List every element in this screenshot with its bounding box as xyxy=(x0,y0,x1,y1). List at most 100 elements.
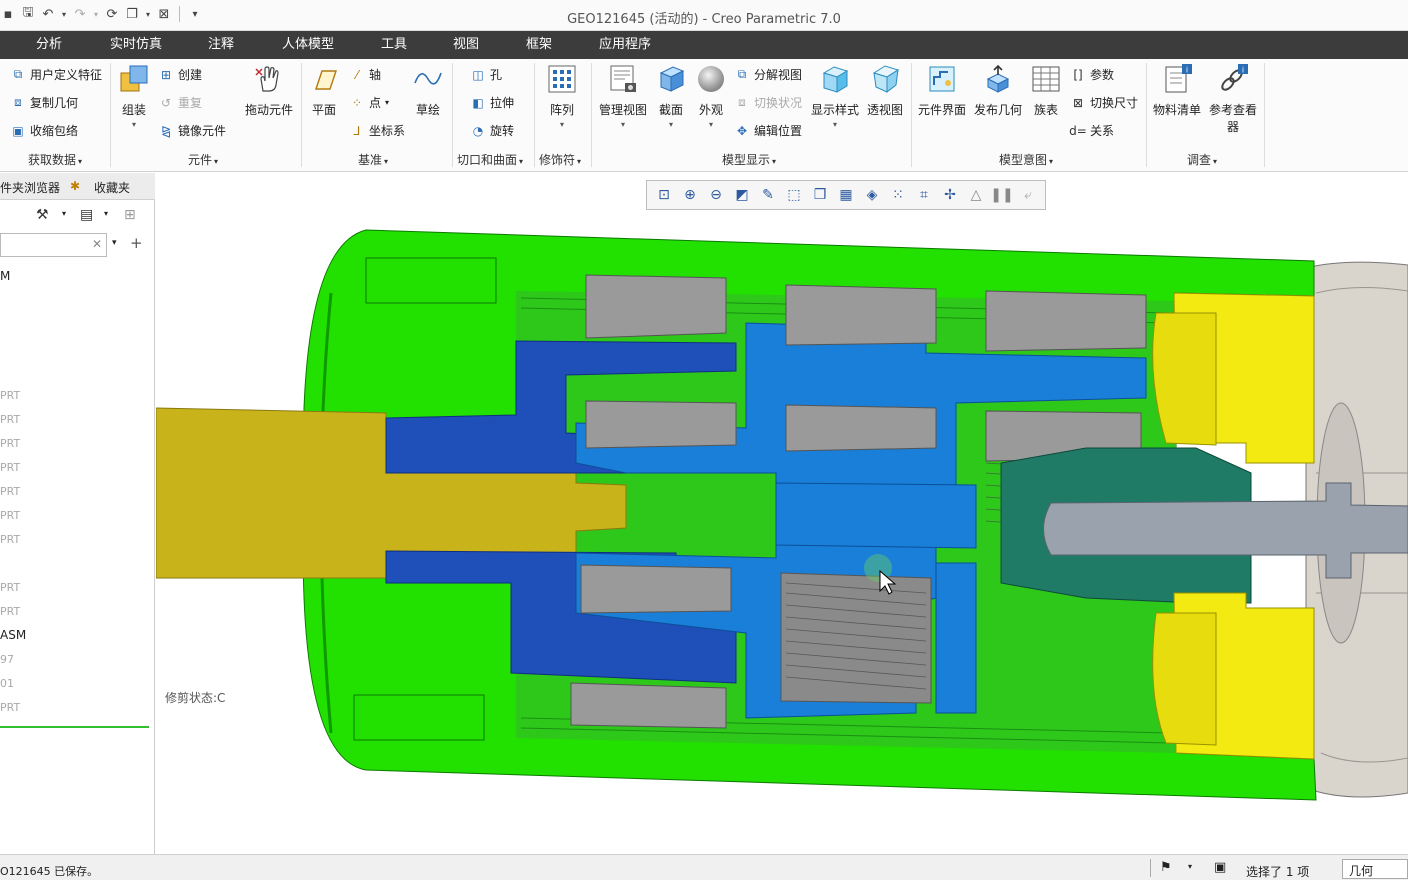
group-label-get-data[interactable]: 获取数据 ▾ xyxy=(28,151,82,168)
chevron-down-icon[interactable]: ▾ xyxy=(1188,862,1192,871)
pattern-button[interactable]: 阵列 ▾ xyxy=(545,63,579,129)
appearance-button[interactable]: 外观 ▾ xyxy=(695,63,727,129)
zoom-out-icon[interactable]: ⊖ xyxy=(705,184,727,206)
tree-item[interactable]: PRT xyxy=(0,413,20,426)
tree-item[interactable]: 97 xyxy=(0,653,14,666)
hole-button[interactable]: ◫ 孔 xyxy=(470,66,502,83)
regenerate-icon[interactable]: ⤶ xyxy=(1017,184,1039,206)
group-label-component[interactable]: 元件 ▾ xyxy=(188,151,218,168)
tree-item[interactable]: PRT xyxy=(0,509,20,522)
switch-dimensions-button[interactable]: ⊠ 切换尺寸 xyxy=(1070,94,1138,111)
perspective-view-icon[interactable]: ◈ xyxy=(861,184,883,206)
create-button[interactable]: ⊞ 创建 xyxy=(158,66,202,83)
plane-button[interactable]: 平面 xyxy=(308,63,340,118)
group-label-model-display[interactable]: 模型显示 ▾ xyxy=(722,151,776,168)
chevron-down-icon[interactable]: ▾ xyxy=(104,209,108,218)
tree-columns-icon[interactable]: ▤ xyxy=(80,207,93,223)
view-manager-icon[interactable]: ❒ xyxy=(809,184,831,206)
tab-annotate[interactable]: 注释 xyxy=(208,31,234,59)
group-label-cut-surface[interactable]: 切口和曲面 ▾ xyxy=(457,151,523,168)
tab-tools[interactable]: 工具 xyxy=(381,31,407,59)
parameters-button[interactable]: [] 参数 xyxy=(1070,66,1114,83)
tab-favorites[interactable]: 收藏夹 xyxy=(94,179,130,196)
zoom-in-icon[interactable]: ⊕ xyxy=(679,184,701,206)
graphics-window[interactable]: ⊡ ⊕ ⊖ ◩ ✎ ⬚ ❒ ▦ ◈ ⁙ ⌗ ✢ △ ❚❚ ⤶ 修剪状态:C xyxy=(156,173,1408,854)
drag-components-button[interactable]: 拖动元件 xyxy=(243,63,295,118)
user-defined-feature-button[interactable]: ⧉ 用户定义特征 xyxy=(10,66,102,83)
display-style-icon[interactable]: ▦ xyxy=(835,184,857,206)
tree-item[interactable]: PRT xyxy=(0,605,20,618)
datum-display-filters-icon[interactable]: ⁙ xyxy=(887,184,909,206)
refit-icon[interactable]: ⊡ xyxy=(653,184,675,206)
tree-item[interactable]: PRT xyxy=(0,533,20,546)
selection-box-icon[interactable]: ▣ xyxy=(1214,860,1226,875)
publish-geometry-button[interactable]: 发布几何 xyxy=(972,63,1024,118)
tree-item[interactable]: PRT xyxy=(0,485,20,498)
tab-live-simulation[interactable]: 实时仿真 xyxy=(110,31,162,59)
copy-geometry-button[interactable]: ⧈ 复制几何 xyxy=(10,94,78,111)
axis-icon: ⁄ xyxy=(355,67,358,82)
shrinkwrap-button[interactable]: ▣ 收缩包络 xyxy=(10,122,78,139)
add-icon[interactable]: + xyxy=(130,234,143,252)
tree-item[interactable]: PRT xyxy=(0,437,20,450)
saved-orientations-icon[interactable]: ⬚ xyxy=(783,184,805,206)
annotation-display-icon[interactable]: ⌗ xyxy=(913,184,935,206)
group-label-model-intent[interactable]: 模型意图 ▾ xyxy=(999,151,1053,168)
chevron-down-icon[interactable]: ▾ xyxy=(62,209,66,218)
spin-center-icon[interactable]: ✢ xyxy=(939,184,961,206)
tab-analysis[interactable]: 分析 xyxy=(36,31,62,59)
reorient-icon[interactable]: ✎ xyxy=(757,184,779,206)
tree-filter-icon[interactable]: ⊞ xyxy=(124,207,136,223)
clear-search-icon[interactable]: ✕ xyxy=(92,237,102,251)
manage-views-icon xyxy=(607,63,639,95)
tab-framework[interactable]: 框架 xyxy=(526,31,552,59)
tab-applications[interactable]: 应用程序 xyxy=(599,31,651,59)
bill-of-materials-button[interactable]: i 物料清单 xyxy=(1151,63,1203,118)
axis-button[interactable]: ⁄ 轴 xyxy=(349,66,381,83)
component-interface-button[interactable]: 元件界面 xyxy=(916,63,968,118)
group-label-datum[interactable]: 基准 ▾ xyxy=(358,151,388,168)
pause-icon[interactable]: ❚❚ xyxy=(990,184,1013,206)
mirror-component-button[interactable]: ⧎ 镜像元件 xyxy=(158,122,226,139)
appearance-icon[interactable]: △ xyxy=(965,184,987,206)
extrude-button[interactable]: ◧ 拉伸 xyxy=(470,94,514,111)
sketch-button[interactable]: 草绘 xyxy=(412,63,444,118)
tab-folder-browser[interactable]: 件夹浏览器 xyxy=(0,179,60,196)
perspective-view-button[interactable]: 透视图 xyxy=(865,63,905,118)
selection-filter-dropdown[interactable]: 几何 xyxy=(1342,859,1408,879)
display-style-button[interactable]: 显示样式 ▾ xyxy=(810,63,860,129)
tab-manikin[interactable]: 人体模型 xyxy=(282,31,334,59)
section-button[interactable]: 截面 ▾ xyxy=(655,63,687,129)
repaint-icon[interactable]: ◩ xyxy=(731,184,753,206)
filter-binoculars-icon[interactable]: ⚑ xyxy=(1160,860,1172,875)
tab-view[interactable]: 视图 xyxy=(453,31,479,59)
point-button[interactable]: ⁘ 点 ▾ xyxy=(349,94,389,111)
tree-item[interactable]: 01 xyxy=(0,677,14,690)
tree-search-input[interactable]: ✕ xyxy=(0,233,107,257)
tree-item[interactable]: PRT xyxy=(0,701,20,714)
explode-view-button[interactable]: ⧉ 分解视图 xyxy=(734,66,802,83)
group-label-investigate[interactable]: 调查 ▾ xyxy=(1187,151,1217,168)
relations-button[interactable]: d= 关系 xyxy=(1069,122,1114,139)
chevron-down-icon[interactable]: ▾ xyxy=(112,238,117,248)
family-table-button[interactable]: 族表 xyxy=(1029,63,1063,118)
csys-button[interactable]: ⅃ 坐标系 xyxy=(349,122,405,139)
reference-viewer-button[interactable]: i 参考查看 器 xyxy=(1207,63,1259,135)
edit-position-button[interactable]: ✥ 编辑位置 xyxy=(734,122,802,139)
extrude-icon: ◧ xyxy=(472,95,484,110)
manage-views-button[interactable]: 管理视图 ▾ xyxy=(597,63,649,129)
revolve-button[interactable]: ◔ 旋转 xyxy=(470,122,514,139)
tree-item[interactable]: PRT xyxy=(0,389,20,402)
insert-here-marker[interactable] xyxy=(0,726,149,728)
tree-settings-icon[interactable]: ⚒ xyxy=(36,207,49,223)
assembly-model-section-view[interactable] xyxy=(156,173,1408,854)
selection-count[interactable]: 选择了 1 项 xyxy=(1246,863,1309,880)
repeat-button[interactable]: ↺ 重复 xyxy=(158,94,202,111)
tree-item[interactable]: PRT xyxy=(0,581,20,594)
tree-item[interactable]: PRT xyxy=(0,461,20,474)
toggle-status-button[interactable]: ⧈ 切换状况 xyxy=(734,94,802,111)
tree-item[interactable]: M xyxy=(0,269,10,283)
group-label-modifier[interactable]: 修饰符 ▾ xyxy=(539,151,581,168)
assemble-button[interactable]: 组装 ▾ xyxy=(116,63,152,129)
tree-item[interactable]: ASM xyxy=(0,628,26,642)
